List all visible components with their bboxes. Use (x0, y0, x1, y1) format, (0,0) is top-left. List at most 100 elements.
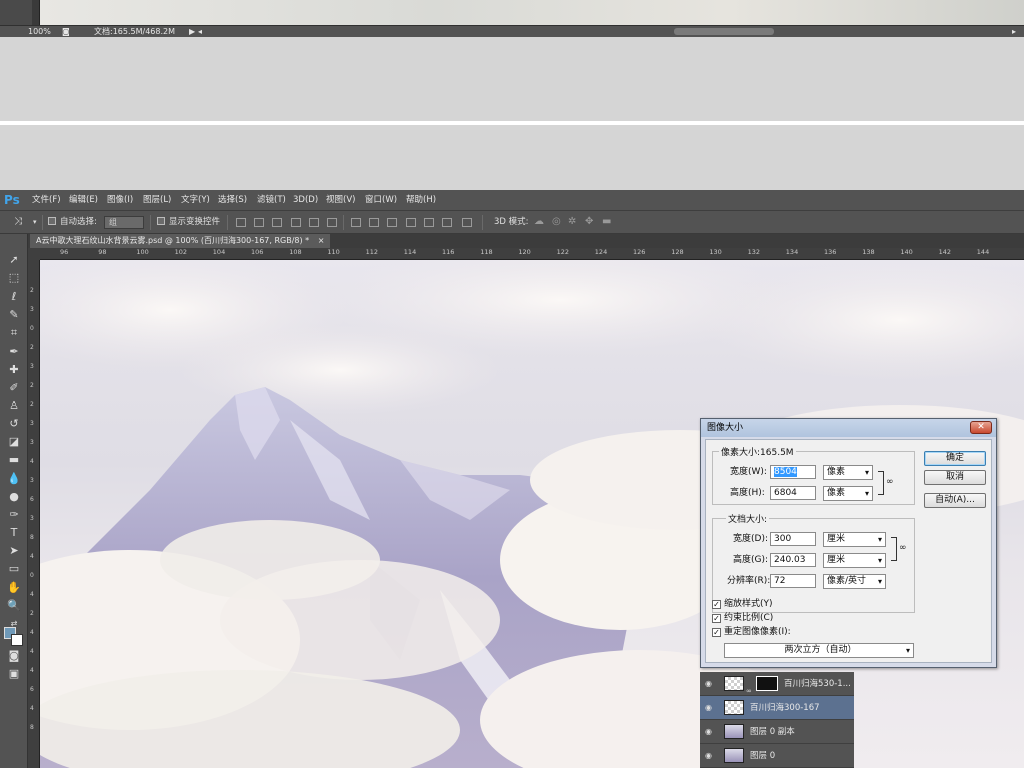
auto-button[interactable]: 自动(A)... (924, 493, 986, 508)
menu-help[interactable]: 帮助(H) (406, 190, 436, 210)
menu-type[interactable]: 文字(Y) (181, 190, 210, 210)
pixel-height-input[interactable]: 6804 (770, 486, 816, 500)
layer-row[interactable]: ◉ 图层 0 副本 (700, 720, 854, 744)
3d-roll-icon[interactable]: ◎ (552, 211, 561, 233)
resolution-unit-select[interactable]: 像素/英寸 (823, 574, 886, 589)
distribute-hcenter-icon[interactable] (424, 218, 434, 227)
constrain-link-icon: ∞ (899, 543, 907, 553)
pixel-width-unit-select[interactable]: 像素 (823, 465, 873, 480)
pixel-width-label: 宽度(W): (730, 467, 767, 477)
scale-styles-checkbox[interactable]: ✓ (712, 600, 721, 609)
close-icon[interactable]: ✕ (970, 421, 992, 434)
ruler-origin[interactable] (28, 248, 40, 260)
resolution-input[interactable]: 72 (770, 574, 816, 588)
type-tool-icon[interactable]: T (6, 525, 22, 541)
layer-thumbnail (724, 748, 744, 763)
blur-tool-icon[interactable]: 💧 (6, 471, 22, 487)
auto-select-dropdown[interactable]: 组 (104, 216, 144, 229)
marquee-tool-icon[interactable]: ⬚ (6, 270, 22, 286)
3d-rotate-icon[interactable]: ☁ (534, 211, 544, 233)
menu-window[interactable]: 窗口(W) (365, 190, 397, 210)
align-vcenter-icon[interactable] (254, 218, 264, 227)
align-hcenter-icon[interactable] (309, 218, 319, 227)
zoom-tool-icon[interactable]: 🔍 (6, 598, 22, 614)
lasso-tool-icon[interactable]: ℓ (6, 289, 22, 305)
align-bottom-icon[interactable] (272, 218, 282, 227)
distribute-top-icon[interactable] (351, 218, 361, 227)
screen-mode-icon[interactable]: ▣ (6, 666, 22, 682)
pixel-height-unit-select[interactable]: 像素 (823, 486, 873, 501)
doc-width-unit-select[interactable]: 厘米 (823, 532, 886, 547)
ruler-tick-label: 116 (442, 248, 455, 256)
top-status-bar: 100% ◙ 文档:165.5M/468.2M ▶ ◂ ▸ (0, 25, 1024, 37)
doc-height-unit-select[interactable]: 厘米 (823, 553, 886, 568)
auto-select-checkbox[interactable] (48, 211, 59, 233)
doc-height-input[interactable]: 240.03 (770, 553, 816, 567)
auto-align-icon[interactable] (462, 218, 472, 227)
quick-select-tool-icon[interactable]: ✎ (6, 307, 22, 323)
layer-row[interactable]: ◉ 百川归海300-167 (700, 696, 854, 720)
layer-name: 图层 0 (750, 751, 776, 761)
layer-row[interactable]: ◉ 图层 0 (700, 744, 854, 768)
dodge-tool-icon[interactable]: ● (6, 489, 22, 505)
menu-view[interactable]: 视图(V) (326, 190, 355, 210)
horizontal-ruler[interactable]: 96 98 100 102 104 106 108 110 112 114 116 118 120 122… (40, 248, 1024, 260)
3d-scale-icon[interactable]: ▬ (602, 211, 611, 233)
brush-tool-icon[interactable]: ✐ (6, 380, 22, 396)
menu-3d[interactable]: 3D(D) (293, 190, 318, 210)
constrain-proportions-checkbox[interactable]: ✓ (712, 614, 721, 623)
move-tool-icon[interactable]: ⤨ (14, 211, 22, 233)
history-brush-tool-icon[interactable]: ↺ (6, 416, 22, 432)
eyedropper-tool-icon[interactable]: ✒ (6, 344, 22, 360)
distribute-right-icon[interactable] (442, 218, 452, 227)
visibility-eye-icon[interactable]: ◉ (705, 696, 712, 720)
resample-checkbox[interactable]: ✓ (712, 628, 721, 637)
eraser-tool-icon[interactable]: ◪ (6, 434, 22, 450)
visibility-eye-icon[interactable]: ◉ (705, 672, 712, 696)
distribute-left-icon[interactable] (406, 218, 416, 227)
pen-tool-icon[interactable]: ✑ (6, 507, 22, 523)
document-tab[interactable]: A云中歌大理石纹山水背景云雾.psd @ 100% (百川归海300-167, … (30, 234, 331, 248)
align-left-icon[interactable] (291, 218, 301, 227)
menu-file[interactable]: 文件(F) (32, 190, 61, 210)
path-select-tool-icon[interactable]: ➤ (6, 543, 22, 559)
close-tab-icon[interactable]: × (318, 236, 325, 245)
crop-tool-icon[interactable]: ⌗ (6, 325, 22, 341)
ok-button[interactable]: 确定 (924, 451, 986, 466)
move-tool-icon[interactable]: ➚ (6, 252, 22, 268)
shape-tool-icon[interactable]: ▭ (6, 561, 22, 577)
3d-slide-icon[interactable]: ✥ (585, 211, 593, 233)
background-color-swatch[interactable] (11, 634, 23, 646)
menu-edit[interactable]: 编辑(E) (69, 190, 98, 210)
distribute-bottom-icon[interactable] (387, 218, 397, 227)
menu-filter[interactable]: 滤镜(T) (257, 190, 286, 210)
gradient-tool-icon[interactable]: ▬ (6, 452, 22, 468)
stamp-tool-icon[interactable]: ♙ (6, 398, 22, 414)
dialog-titlebar[interactable]: 图像大小 ✕ (701, 419, 996, 437)
pixel-width-input[interactable]: 8504 (770, 465, 816, 479)
link-icon: ∞ (746, 687, 752, 695)
layer-row[interactable]: ◉ ∞ 百川归海530-1... (700, 672, 854, 696)
toolbox: ➚ ⬚ ℓ ✎ ⌗ ✒ ✚ ✐ ♙ ↺ ◪ ▬ 💧 ● ✑ T ➤ ▭ ✋ 🔍 … (0, 234, 28, 768)
3d-drag-icon[interactable]: ✲ (568, 211, 576, 233)
resample-method-select[interactable]: 两次立方（自动） (724, 643, 914, 658)
horizontal-scrollbar[interactable] (674, 28, 774, 35)
hand-tool-icon[interactable]: ✋ (6, 580, 22, 596)
visibility-eye-icon[interactable]: ◉ (705, 744, 712, 768)
distribute-vcenter-icon[interactable] (369, 218, 379, 227)
tool-preset-dropdown-icon[interactable]: ▾ (33, 211, 37, 233)
doc-width-input[interactable]: 300 (770, 532, 816, 546)
cancel-button[interactable]: 取消 (924, 470, 986, 485)
ruler-tick-label: 4 (30, 667, 34, 674)
align-right-icon[interactable] (327, 218, 337, 227)
vertical-ruler[interactable]: 2 3 0 2 3 2 2 3 3 4 3 6 3 8 4 0 4 2 4 4 4 6 4 8 (28, 260, 40, 768)
menu-image[interactable]: 图像(I) (107, 190, 133, 210)
visibility-eye-icon[interactable]: ◉ (705, 720, 712, 744)
show-transform-checkbox[interactable] (157, 211, 168, 233)
menu-layer[interactable]: 图层(L) (143, 190, 171, 210)
menu-select[interactable]: 选择(S) (218, 190, 247, 210)
healing-tool-icon[interactable]: ✚ (6, 362, 22, 378)
quick-mask-icon[interactable]: ◙ (6, 648, 22, 664)
layer-mask-thumbnail[interactable] (756, 676, 778, 691)
align-top-icon[interactable] (236, 218, 246, 227)
